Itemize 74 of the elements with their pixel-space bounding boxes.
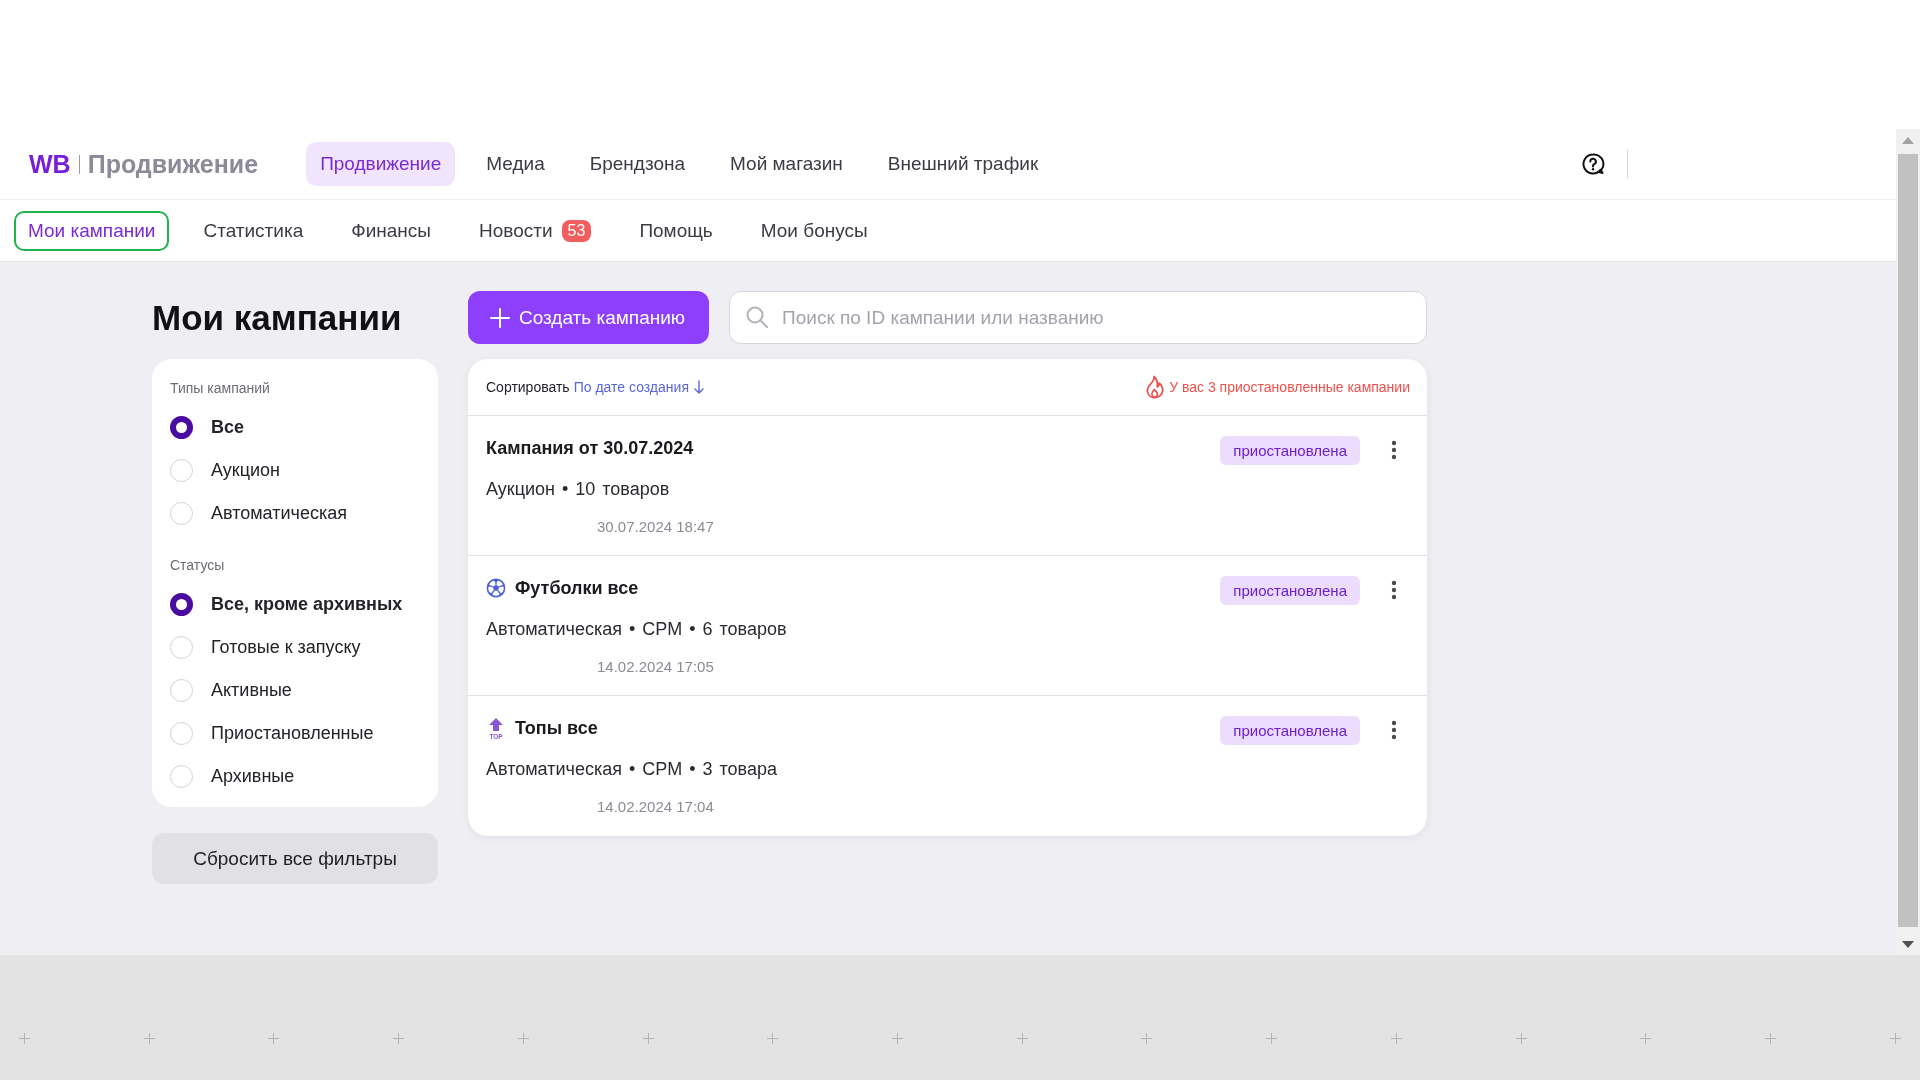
- paused-campaigns-alert[interactable]: У вас 3 приостановленные кампании: [1169, 379, 1410, 395]
- nav-tab[interactable]: Мой магазин: [716, 142, 857, 186]
- flame-icon: [1145, 375, 1166, 399]
- status-badge: приостановлена: [1220, 436, 1360, 465]
- plus-mark-icon: [268, 1033, 280, 1044]
- search-icon: [746, 306, 769, 328]
- filter-group-title: Статусы: [170, 556, 225, 574]
- product-name: Продвижение: [87, 149, 259, 179]
- reset-filters-button[interactable]: Сбросить все фильтры: [152, 833, 438, 884]
- campaign-details: Автоматическая • CPM • 3 товара: [486, 758, 777, 781]
- count-badge: 53: [561, 219, 592, 242]
- radio-label[interactable]: Активные: [211, 680, 292, 701]
- radio-label[interactable]: Автоматическая: [211, 503, 347, 524]
- campaign-date: 14.02.2024 17:05: [597, 657, 714, 677]
- scrollbar-thumb[interactable]: [1898, 154, 1918, 927]
- campaign-date: 30.07.2024 18:47: [597, 517, 714, 537]
- section-tab[interactable]: Мои кампании: [14, 210, 170, 251]
- section-tab[interactable]: Новости 53: [465, 210, 606, 251]
- campaign-title[interactable]: Топы все: [515, 717, 598, 739]
- radio-label[interactable]: Аукцион: [211, 460, 280, 481]
- radio-label[interactable]: Все: [211, 417, 245, 438]
- radio-label[interactable]: Архивные: [211, 766, 295, 787]
- plus-mark-icon: [1765, 1033, 1777, 1044]
- radio-button[interactable]: [170, 593, 193, 616]
- plus-icon: [490, 307, 510, 328]
- plus-mark-icon: [1141, 1033, 1153, 1044]
- plus-mark-icon: [1016, 1033, 1028, 1044]
- scrollbar[interactable]: [1896, 129, 1920, 955]
- radio-label[interactable]: Готовые к запуску: [211, 637, 361, 658]
- section-tab[interactable]: Финансы: [337, 210, 445, 251]
- radio-label[interactable]: Приостановленные: [211, 723, 374, 744]
- page-title: Мои кампании: [152, 297, 402, 339]
- nav-tab[interactable]: Медиа: [472, 142, 559, 186]
- status-badge: приостановлена: [1220, 576, 1360, 605]
- campaign-details: Автоматическая • CPM • 6 товаров: [486, 618, 787, 641]
- help-icon[interactable]: [1581, 152, 1605, 176]
- plus-mark-icon: [1889, 1033, 1901, 1044]
- plus-mark-icon: [1390, 1033, 1402, 1044]
- status-badge: приостановлена: [1220, 716, 1360, 745]
- section-tab[interactable]: Мои бонусы: [746, 210, 882, 251]
- more-vertical-icon[interactable]: [1391, 720, 1397, 740]
- plus-mark-icon: [19, 1033, 30, 1044]
- plus-mark-icon: [1515, 1033, 1527, 1044]
- filter-group-title: Типы кампаний: [170, 379, 270, 397]
- radio-button[interactable]: [170, 416, 193, 439]
- sort-dropdown[interactable]: По дате создания: [573, 379, 704, 395]
- section-tab[interactable]: Помощь: [625, 210, 727, 251]
- radio-label[interactable]: Все, кроме архивных: [211, 594, 403, 615]
- plus-mark-icon: [1266, 1033, 1278, 1044]
- nav-tab[interactable]: Внешний трафик: [873, 142, 1053, 186]
- plus-mark-icon: [892, 1033, 904, 1044]
- more-vertical-icon[interactable]: [1391, 440, 1397, 460]
- search-field[interactable]: Поиск по ID кампании или названию: [729, 291, 1427, 344]
- nav-tab[interactable]: Продвижение: [306, 142, 456, 186]
- more-vertical-icon[interactable]: [1391, 580, 1397, 600]
- scroll-down-arrow-icon[interactable]: [1902, 940, 1914, 948]
- nav-tab[interactable]: Брендзона: [575, 142, 700, 186]
- soccer-ball-icon: [486, 578, 506, 598]
- sort-label: Сортировать: [486, 379, 570, 395]
- plus-mark-icon: [767, 1033, 779, 1044]
- campaign-date: 14.02.2024 17:04: [597, 797, 714, 817]
- section-tab[interactable]: Статистика: [189, 210, 318, 251]
- plus-mark-icon: [143, 1033, 155, 1044]
- plus-mark-icon: [1640, 1033, 1652, 1044]
- campaign-details: Аукцион • 10 товаров: [486, 478, 670, 501]
- create-campaign-button[interactable]: Создать кампанию: [468, 291, 710, 344]
- plus-mark-icon: [393, 1033, 405, 1044]
- arrow-down-icon[interactable]: [693, 380, 704, 394]
- plus-mark-icon: [642, 1033, 654, 1044]
- plus-mark-icon: [517, 1033, 529, 1044]
- campaign-title[interactable]: Кампания от 30.07.2024: [486, 437, 694, 459]
- brand-logo[interactable]: WB: [29, 149, 71, 179]
- campaign-title[interactable]: Футболки все: [515, 577, 639, 599]
- scroll-up-arrow-icon[interactable]: [1902, 136, 1914, 144]
